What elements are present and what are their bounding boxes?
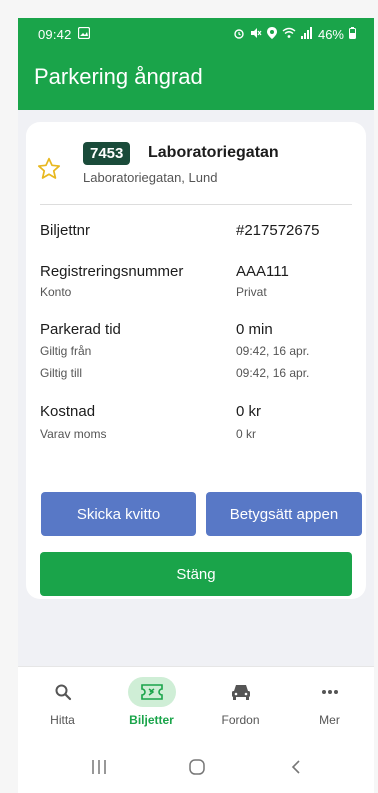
system-navigation-bar	[18, 752, 374, 793]
zone-address: Laboratoriegatan, Lund	[83, 170, 218, 185]
home-icon[interactable]	[188, 758, 206, 781]
page-title: Parkering ångrad	[34, 64, 203, 89]
status-bar-left: 09:42	[38, 26, 90, 42]
nav-label-mer: Mer	[319, 713, 340, 727]
wifi-icon	[282, 27, 296, 42]
back-icon[interactable]	[288, 758, 306, 781]
alarm-icon	[233, 27, 245, 42]
account-label: Konto	[40, 285, 72, 299]
rate-app-button[interactable]: Betygsätt appen	[206, 492, 362, 536]
bottom-navigation: Hitta Biljetter Fordon Mer	[18, 666, 374, 753]
ticket-number-value: #217572675	[236, 222, 320, 239]
search-icon	[39, 677, 87, 707]
registration-label: Registreringsnummer	[40, 263, 184, 280]
cost-value: 0 kr	[236, 403, 262, 420]
vat-value: 0 kr	[236, 427, 257, 441]
status-time: 09:42	[38, 27, 72, 42]
zone-header: 7453 Laboratoriegatan Laboratoriegatan, …	[26, 122, 366, 202]
ticket-card: 7453 Laboratoriegatan Laboratoriegatan, …	[26, 122, 366, 599]
parked-time-label: Parkerad tid	[40, 321, 121, 338]
ticket-icon	[127, 677, 176, 707]
phone-screen: 09:42 46% Parkering ångrad 7453 Laborato…	[18, 18, 374, 793]
nav-item-biljetter[interactable]: Biljetter	[107, 677, 196, 727]
nav-item-mer[interactable]: Mer	[285, 677, 374, 727]
send-receipt-button[interactable]: Skicka kvitto	[41, 492, 196, 536]
recent-apps-icon[interactable]	[90, 758, 108, 781]
valid-from-label: Giltig från	[40, 344, 92, 358]
valid-to-label: Giltig till	[40, 366, 83, 380]
signal-icon	[300, 27, 313, 42]
status-bar-right: 46%	[233, 27, 356, 42]
nav-item-fordon[interactable]: Fordon	[196, 677, 285, 727]
mute-icon	[250, 27, 262, 42]
location-icon	[266, 27, 277, 42]
account-value: Privat	[236, 285, 267, 299]
parked-time-value: 0 min	[236, 321, 273, 338]
favorite-star-icon[interactable]	[36, 156, 62, 182]
more-icon	[306, 677, 354, 707]
cost-label: Kostnad	[40, 403, 96, 420]
battery-level: 46%	[317, 27, 344, 42]
zone-code-badge: 7453	[83, 142, 131, 165]
nav-item-hitta[interactable]: Hitta	[18, 677, 107, 727]
registration-value: AAA111	[236, 263, 289, 280]
ticket-number-label: Biljettnr	[40, 222, 91, 239]
nav-label-fordon: Fordon	[221, 713, 260, 727]
valid-to-value: 09:42, 16 apr.	[236, 366, 310, 380]
valid-from-value: 09:42, 16 apr.	[236, 344, 310, 358]
battery-icon	[349, 27, 356, 42]
car-icon	[217, 677, 265, 707]
nav-label-hitta: Hitta	[50, 713, 75, 727]
zone-name: Laboratoriegatan	[148, 144, 279, 161]
nav-label-biljetter: Biljetter	[129, 713, 174, 727]
image-notification-icon	[77, 26, 90, 42]
app-bar: 09:42 46% Parkering ångrad	[18, 18, 374, 110]
divider	[40, 204, 352, 205]
close-button[interactable]: Stäng	[40, 552, 352, 596]
vat-label: Varav moms	[40, 427, 107, 441]
